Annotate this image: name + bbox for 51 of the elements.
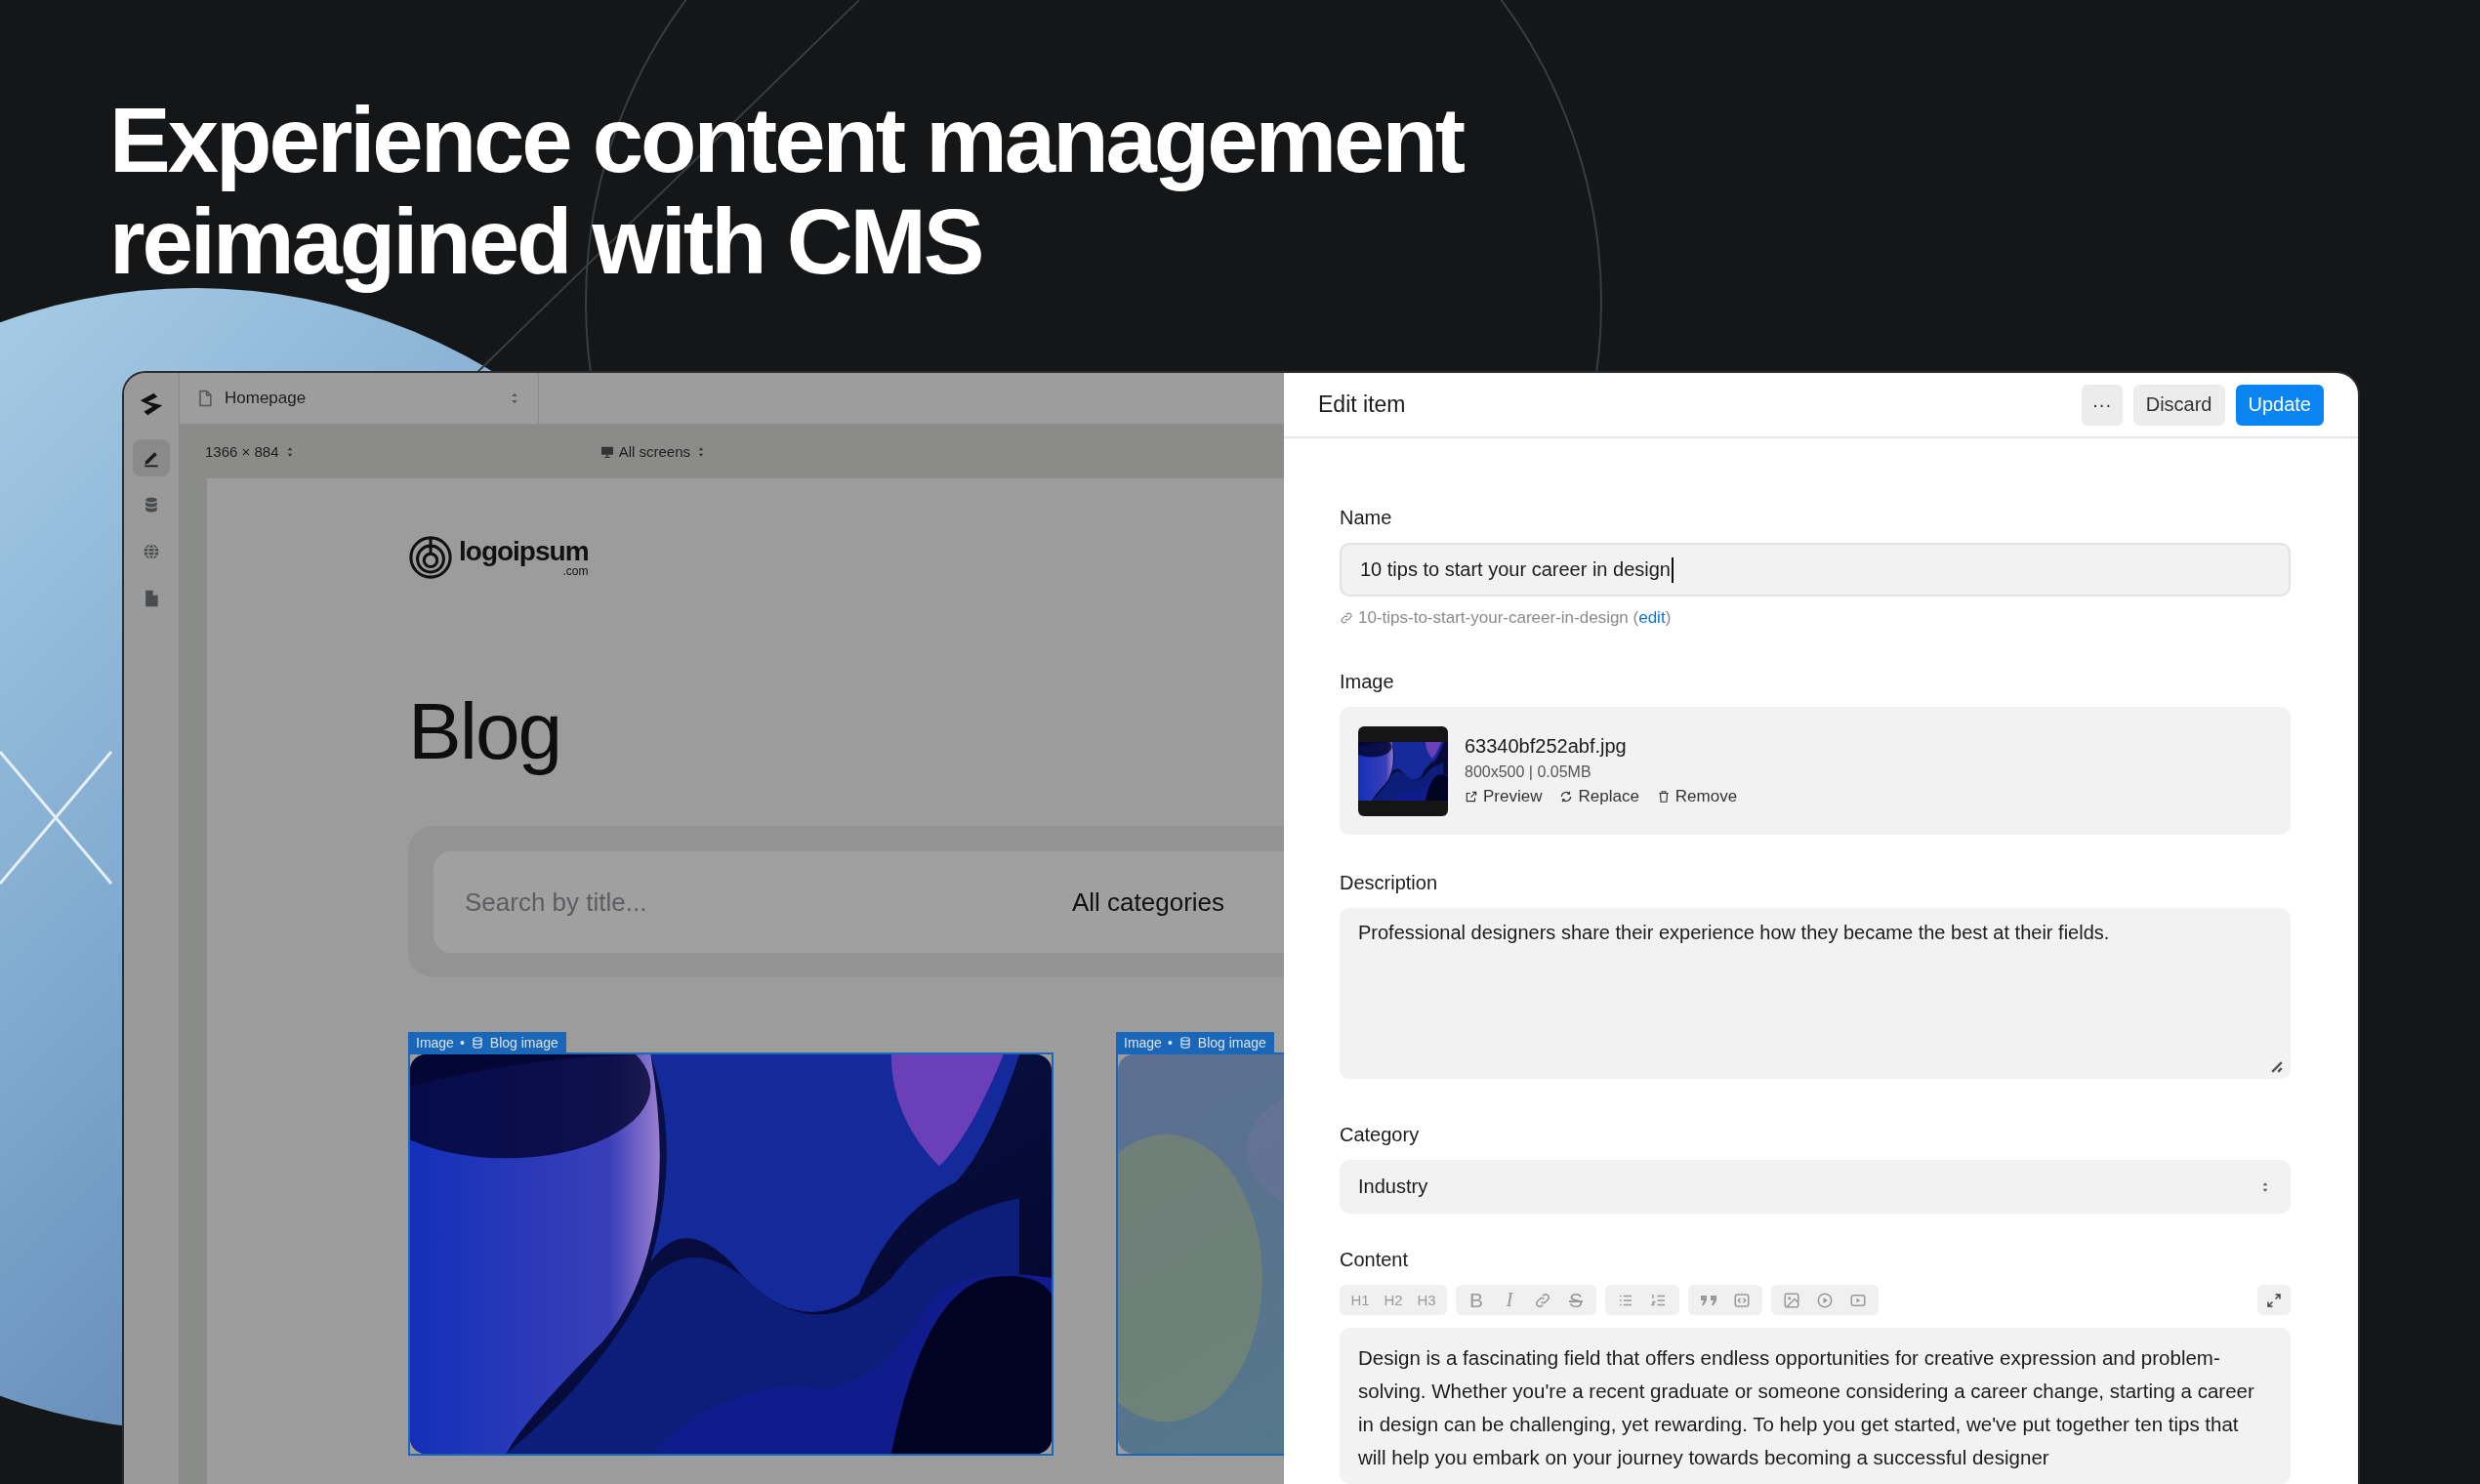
- headline: Experience content management reimagined with CMS: [109, 90, 1465, 293]
- edit-link[interactable]: edit: [1638, 608, 1666, 627]
- logo-mark-icon: [408, 535, 453, 580]
- file-name: 63340bf252abf.jpg: [1465, 735, 1628, 758]
- field-label: Name: [1340, 507, 1393, 528]
- quote-icon: [1700, 1294, 1717, 1306]
- content-editor[interactable]: Design is a fascinating field that offers endless opportunities for creative expression and problem-solving. Whether you're a recent graduate or someone considering a career change, starting a career in design can be challenging, yet rewarding. To help you get started, we've put together ten tips that will help you embark on your journey towards becoming a successful designer: [1340, 1328, 2291, 1484]
- preview-button[interactable]: Preview: [1465, 787, 1543, 806]
- external-link-icon: [1465, 790, 1478, 804]
- tag-source: Blog image: [1197, 1034, 1266, 1051]
- page-title: Blog: [408, 687, 562, 775]
- trash-icon: [1656, 790, 1671, 804]
- size-selector[interactable]: 1366 × 884: [205, 443, 297, 460]
- field-label: Content: [1340, 1249, 1410, 1270]
- page-selector[interactable]: Homepage: [180, 373, 539, 424]
- panel-title: Edit item: [1318, 392, 1406, 418]
- database-icon: [1178, 1035, 1192, 1050]
- screens-selector[interactable]: All screens: [599, 443, 708, 460]
- refresh-icon: [1559, 790, 1574, 804]
- field-label: Category: [1340, 1124, 1421, 1145]
- category-filter[interactable]: All categories: [1072, 886, 1225, 918]
- description-field[interactable]: Professional designers share their experience how they became the best at their fields.: [1340, 908, 2291, 1079]
- globe-icon: [142, 542, 161, 561]
- replace-button[interactable]: Replace: [1559, 787, 1639, 806]
- name-field[interactable]: 10 tips to start your career in design: [1340, 543, 2291, 597]
- field-label: Description: [1340, 872, 1439, 893]
- logo-text: logoipsum: [459, 538, 589, 565]
- separator-dot: •: [459, 1034, 465, 1051]
- more-button[interactable]: ···: [2081, 384, 2123, 426]
- file-meta: 800x500 | 0.05MB: [1465, 763, 1592, 781]
- separator-dot: •: [1167, 1034, 1173, 1051]
- play-icon: [1816, 1291, 1834, 1309]
- category-select[interactable]: Industry: [1340, 1160, 2291, 1214]
- update-button[interactable]: Update: [2235, 384, 2324, 426]
- image-icon: [1783, 1291, 1800, 1309]
- logo-suffix: .com: [562, 565, 589, 577]
- rail-button[interactable]: [133, 439, 170, 476]
- tag-type: Image: [416, 1034, 454, 1051]
- discard-button[interactable]: Discard: [2132, 384, 2225, 426]
- link-icon: [1340, 611, 1353, 625]
- database-icon: [470, 1035, 484, 1050]
- code-icon: [1733, 1291, 1751, 1309]
- tag-type: Image: [1124, 1034, 1162, 1051]
- field-label: Image: [1340, 671, 1395, 692]
- tag-source: Blog image: [489, 1034, 558, 1051]
- remove-button[interactable]: Remove: [1656, 787, 1738, 806]
- link-icon: [1534, 1291, 1551, 1309]
- resize-grip-icon: [2271, 1061, 2283, 1073]
- slug-text: 10-tips-to-start-your-career-in-design (edit): [1358, 608, 1672, 628]
- expand-icon: [2265, 1291, 2283, 1309]
- expand-button[interactable]: [2257, 1285, 2291, 1315]
